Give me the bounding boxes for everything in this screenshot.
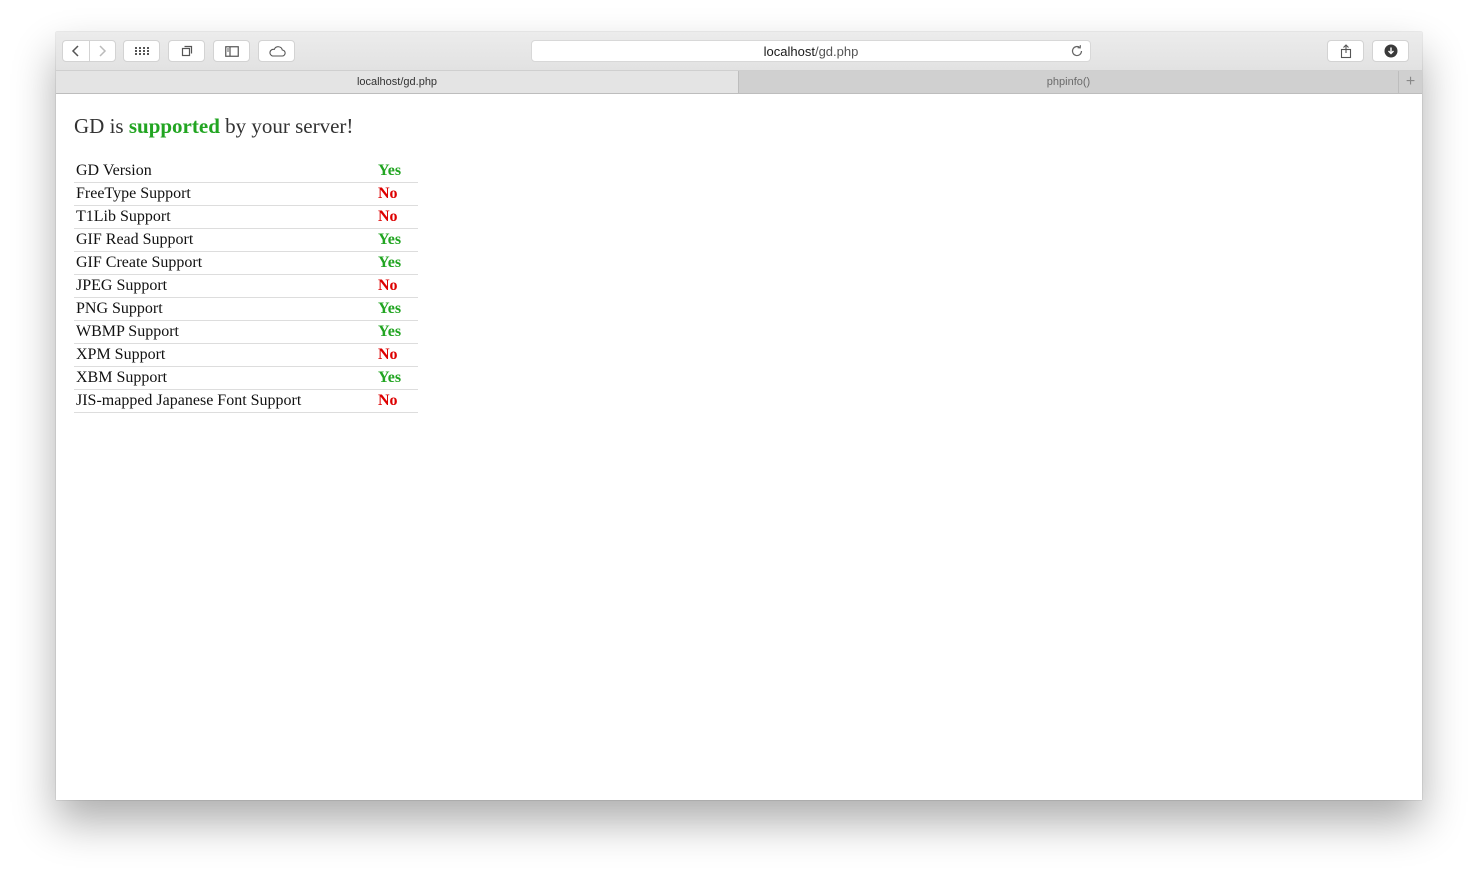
tab-gd-php[interactable]: localhost/gd.php xyxy=(56,71,739,93)
tabs-icon xyxy=(181,45,192,57)
table-row: XBM Support Yes xyxy=(74,366,418,390)
feature-label: GIF Read Support xyxy=(74,228,376,252)
chevron-right-icon xyxy=(99,45,107,57)
address-host: localhost xyxy=(763,43,815,59)
tab-bar: localhost/gd.php phpinfo() + xyxy=(56,71,1422,94)
feature-label: XPM Support xyxy=(74,343,376,367)
new-tab-button[interactable]: + xyxy=(1398,71,1422,93)
grid-icon xyxy=(134,47,149,55)
support-value: Yes xyxy=(376,228,418,252)
table-row: T1Lib Support No xyxy=(74,205,418,229)
support-value: Yes xyxy=(376,160,418,183)
headline-suffix: by your server! xyxy=(225,114,354,138)
feature-label: FreeType Support xyxy=(74,182,376,206)
table-row: GIF Read Support Yes xyxy=(74,228,418,252)
top-sites-button[interactable] xyxy=(123,40,160,62)
table-row: GIF Create Support Yes xyxy=(74,251,418,275)
table-row: JPEG Support No xyxy=(74,274,418,298)
download-icon xyxy=(1384,44,1397,58)
support-value: Yes xyxy=(376,320,418,344)
browser-window: localhost/gd.php localhost/gd.php phpinf… xyxy=(56,32,1422,800)
browser-toolbar: localhost/gd.php xyxy=(56,32,1422,71)
page-title: GD is supported by your server! xyxy=(74,114,353,139)
back-button[interactable] xyxy=(63,41,89,61)
feature-label: PNG Support xyxy=(74,297,376,321)
support-value: No xyxy=(376,274,418,298)
support-value: Yes xyxy=(376,366,418,390)
forward-button[interactable] xyxy=(88,41,116,61)
page-content: GD is supported by your server! GD Versi… xyxy=(56,94,1422,800)
headline-highlight: supported xyxy=(128,114,220,138)
reload-icon[interactable] xyxy=(1070,44,1084,58)
feature-label: WBMP Support xyxy=(74,320,376,344)
table-row: FreeType Support No xyxy=(74,182,418,206)
share-icon xyxy=(1340,43,1351,58)
table-row: WBMP Support Yes xyxy=(74,320,418,344)
feature-label: GIF Create Support xyxy=(74,251,376,275)
feature-label: XBM Support xyxy=(74,366,376,390)
navigation-buttons xyxy=(62,40,116,62)
gd-support-table: GD Version Yes FreeType Support No T1Lib Sup… xyxy=(74,160,418,413)
downloads-button[interactable] xyxy=(1372,40,1409,62)
support-value: No xyxy=(376,389,418,413)
tab-phpinfo[interactable]: phpinfo() xyxy=(739,71,1398,93)
support-value: No xyxy=(376,182,418,206)
chevron-left-icon xyxy=(71,45,79,57)
tabs-overview-button[interactable] xyxy=(168,40,205,62)
table-row: GD Version Yes xyxy=(74,160,418,183)
cloud-icon xyxy=(268,45,286,57)
sidebar-icon xyxy=(224,45,239,57)
support-value: Yes xyxy=(376,251,418,275)
address-bar[interactable]: localhost/gd.php xyxy=(531,40,1091,62)
sidebar-button[interactable] xyxy=(213,40,250,62)
support-value: Yes xyxy=(376,297,418,321)
icloud-tabs-button[interactable] xyxy=(258,40,295,62)
feature-label: GD Version xyxy=(74,160,376,183)
feature-label: JPEG Support xyxy=(74,274,376,298)
table-row: PNG Support Yes xyxy=(74,297,418,321)
feature-label: T1Lib Support xyxy=(74,205,376,229)
headline-prefix: GD is xyxy=(74,114,124,138)
address-path: /gd.php xyxy=(814,43,859,59)
table-row: JIS-mapped Japanese Font Support No xyxy=(74,389,418,413)
support-value: No xyxy=(376,205,418,229)
feature-label: JIS-mapped Japanese Font Support xyxy=(74,389,376,413)
share-button[interactable] xyxy=(1327,40,1364,62)
table-row: XPM Support No xyxy=(74,343,418,367)
support-value: No xyxy=(376,343,418,367)
